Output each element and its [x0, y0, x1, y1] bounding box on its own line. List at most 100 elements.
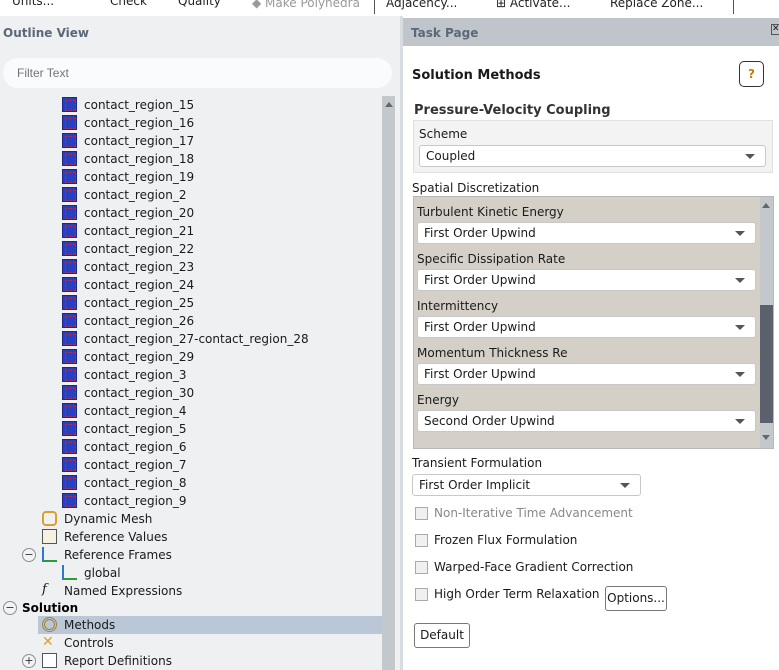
region-icon	[62, 151, 77, 166]
tree-item-region[interactable]: contact_region_3	[62, 366, 187, 384]
help-icon: ?	[748, 67, 755, 81]
tree-item-named-expressions[interactable]: f Named Expressions	[42, 582, 182, 600]
checkbox-option[interactable]: High Order Term Relaxation	[415, 587, 635, 603]
spatial-row-label: Momentum Thickness Re	[417, 346, 568, 360]
tree-item-region[interactable]: contact_region_30	[62, 384, 194, 402]
tree-item-region[interactable]: contact_region_15	[62, 96, 194, 114]
task-page-title: Task Page	[411, 26, 479, 40]
task-page-header: Task Page ✕	[403, 18, 779, 46]
spatial-scrollbar[interactable]	[760, 197, 773, 448]
make-polyhedra-button[interactable]: ◆ Make Polyhedra	[252, 0, 360, 10]
scheme-label: Scheme	[419, 127, 468, 141]
checkbox[interactable]	[415, 507, 428, 520]
axes-icon	[62, 565, 77, 580]
tree-item-region[interactable]: contact_region_27-contact_region_28	[62, 330, 309, 348]
options-button[interactable]: Options...	[605, 586, 667, 611]
tree-item-dynamic-mesh[interactable]: Dynamic Mesh	[42, 510, 152, 528]
tree-item-solution[interactable]: Solution	[22, 599, 78, 617]
default-button[interactable]: Default	[414, 623, 470, 648]
spatial-scheme-dropdown[interactable]: First Order Upwind	[417, 222, 756, 244]
toolbar: Units... Check Quality ◆ Make Polyhedra …	[0, 0, 779, 16]
spatial-scheme-dropdown[interactable]: Second Order Upwind	[417, 410, 756, 432]
tree-item-methods[interactable]: Methods	[38, 616, 382, 634]
region-icon	[62, 475, 77, 490]
tree-item-reference-frames[interactable]: Reference Frames	[42, 546, 172, 564]
region-icon	[62, 421, 77, 436]
units-button[interactable]: Units...	[12, 0, 54, 8]
filter-text-input[interactable]	[3, 58, 392, 88]
check-button[interactable]: Check	[110, 0, 147, 8]
region-icon	[62, 241, 77, 256]
polyhedra-icon: ◆	[252, 0, 266, 10]
region-icon	[62, 187, 77, 202]
region-icon	[62, 169, 77, 184]
help-button[interactable]: ?	[739, 61, 764, 87]
scroll-up-arrow[interactable]	[762, 203, 770, 208]
tree-item-region[interactable]: contact_region_5	[62, 420, 187, 438]
scrollbar-thumb[interactable]	[760, 305, 773, 423]
checkbox-option[interactable]: Warped-Face Gradient Correction	[415, 560, 635, 576]
region-icon	[62, 331, 77, 346]
tree-item-region[interactable]: contact_region_9	[62, 492, 187, 510]
transient-formulation-dropdown[interactable]: First Order Implicit	[412, 474, 641, 496]
region-icon	[62, 259, 77, 274]
spatial-scheme-dropdown[interactable]: First Order Upwind	[417, 269, 756, 291]
scroll-down-arrow[interactable]	[762, 435, 770, 440]
spatial-scheme-dropdown[interactable]: First Order Upwind	[417, 316, 756, 338]
tree-item-region[interactable]: contact_region_6	[62, 438, 187, 456]
tree-item-region[interactable]: contact_region_22	[62, 240, 194, 258]
tree-item-region[interactable]: contact_region_25	[62, 294, 194, 312]
tree-item-region[interactable]: contact_region_24	[62, 276, 194, 294]
scheme-dropdown[interactable]: Coupled	[419, 145, 766, 167]
spatial-scheme-dropdown[interactable]: First Order Upwind	[417, 363, 756, 385]
dynamic-mesh-icon	[42, 511, 57, 526]
tree-item-region[interactable]: contact_region_2	[62, 186, 187, 204]
checkbox[interactable]	[415, 588, 428, 601]
tree-item-reference-values[interactable]: Reference Values	[42, 528, 167, 546]
activate-button[interactable]: ⊞ Activate...	[496, 0, 571, 10]
outline-scrollbar[interactable]	[382, 96, 395, 670]
tree-item-region[interactable]: contact_region_16	[62, 114, 194, 132]
region-icon	[62, 133, 77, 148]
tree-item-region[interactable]: contact_region_7	[62, 456, 187, 474]
tree-item-region[interactable]: contact_region_21	[62, 222, 194, 240]
replace-zone-button[interactable]: Replace Zone...	[610, 0, 703, 10]
region-icon	[62, 403, 77, 418]
checkbox-option[interactable]: Non-Iterative Time Advancement	[415, 506, 635, 522]
close-icon[interactable]: ✕	[771, 24, 779, 35]
function-icon: f	[42, 582, 47, 597]
region-icon	[62, 205, 77, 220]
chevron-down-icon	[735, 372, 745, 377]
region-icon	[62, 223, 77, 238]
quality-button[interactable]: Quality	[178, 0, 221, 8]
tree-item-region[interactable]: contact_region_23	[62, 258, 194, 276]
tree-item-global[interactable]: global	[62, 564, 121, 582]
tree-item-region[interactable]: contact_region_26	[62, 312, 194, 330]
adjacency-button[interactable]: Adjacency...	[386, 0, 457, 10]
tree-item-controls[interactable]: ✕ Controls	[42, 634, 114, 652]
tree-item-region[interactable]: contact_region_19	[62, 168, 194, 186]
checkbox-option[interactable]: Frozen Flux Formulation	[415, 533, 635, 549]
chevron-down-icon	[735, 419, 745, 424]
spatial-row-label: Specific Dissipation Rate	[417, 252, 566, 266]
region-icon	[62, 277, 77, 292]
pressure-velocity-coupling-label: Pressure-Velocity Coupling	[414, 103, 611, 118]
tree-item-region[interactable]: contact_region_4	[62, 402, 187, 420]
expand-icon[interactable]: +	[22, 654, 36, 668]
tree-item-region[interactable]: contact_region_20	[62, 204, 194, 222]
collapse-icon[interactable]: −	[3, 601, 17, 615]
checkbox[interactable]	[415, 561, 428, 574]
grid-icon: ⊞	[496, 0, 510, 10]
transient-formulation-label: Transient Formulation	[412, 456, 543, 470]
tree-item-region[interactable]: contact_region_8	[62, 474, 187, 492]
collapse-icon[interactable]: −	[22, 548, 36, 562]
tree-item-report-definitions[interactable]: Report Definitions	[42, 652, 172, 670]
region-icon	[62, 349, 77, 364]
tree-item-region[interactable]: contact_region_17	[62, 132, 194, 150]
scroll-up-arrow[interactable]	[385, 102, 393, 107]
tools-icon: ✕	[42, 634, 54, 650]
tree-item-region[interactable]: contact_region_29	[62, 348, 194, 366]
report-icon	[42, 653, 57, 668]
checkbox[interactable]	[415, 534, 428, 547]
tree-item-region[interactable]: contact_region_18	[62, 150, 194, 168]
